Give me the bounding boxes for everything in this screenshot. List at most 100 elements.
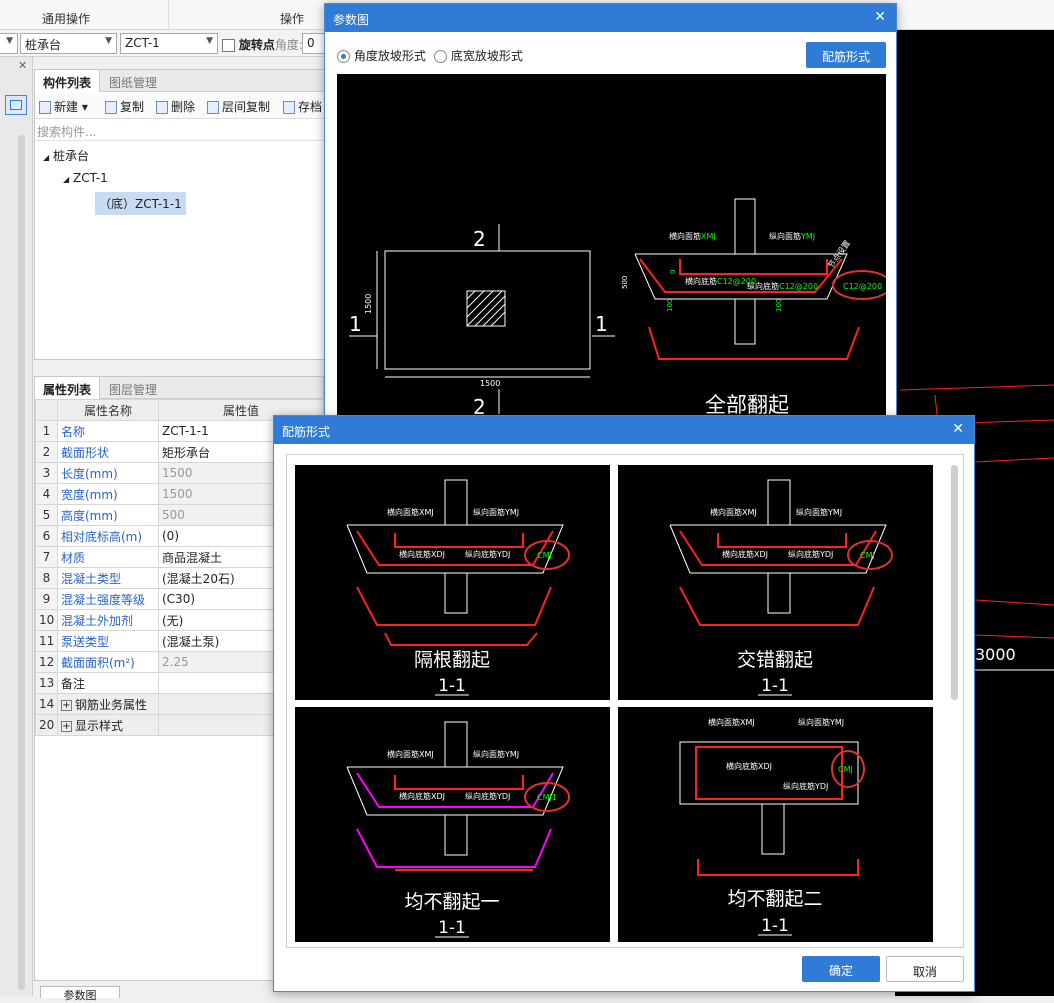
- dialog-title-bar: 配筋形式 ✕: [274, 416, 974, 444]
- plan-label-right: 1: [595, 312, 608, 336]
- delete-button[interactable]: 删除: [156, 98, 195, 115]
- transverse-top-rebar-label: 横向面筋XMJ: [669, 231, 716, 241]
- close-icon[interactable]: ✕: [18, 59, 27, 72]
- new-button[interactable]: 新建 ▾: [39, 98, 88, 115]
- property-name: 备注: [57, 672, 159, 694]
- ribbon-group-general: 通用操作: [42, 12, 91, 26]
- rebar-form-dialog: 配筋形式 ✕ 横向面筋XMJ 纵向面筋YMJ 横向底筋XDJ 纵向底筋YDJ CMJ 隔根…: [273, 415, 975, 992]
- component-search-input[interactable]: 搜索构件...: [35, 120, 324, 141]
- component-toolbar: 新建 ▾ 复制 删除 层间复制 存档: [35, 93, 324, 119]
- radio-width-slope[interactable]: 底宽放坡形式: [434, 47, 523, 64]
- row-index: 13: [35, 672, 58, 694]
- radio-selected-icon: [337, 50, 350, 63]
- row-index: 6: [35, 525, 58, 547]
- component-tabs: 构件列表 图纸管理: [35, 70, 324, 92]
- row-index: 4: [35, 483, 58, 505]
- property-name: 宽度(mm): [57, 483, 159, 505]
- cad-red-line: [899, 384, 1054, 391]
- plan-height-dim: 1500: [364, 294, 373, 314]
- property-name: 截面面积(m²): [57, 651, 159, 673]
- side-rebar-value: C12@200: [843, 282, 882, 291]
- property-name-header: 属性名称: [57, 399, 159, 421]
- tree-node-zct1-1[interactable]: （底）ZCT-1-1: [95, 192, 186, 215]
- option-section-label: 1-1: [761, 676, 789, 696]
- ribbon-group-operation: 操作: [280, 12, 305, 26]
- section-column: [734, 198, 756, 255]
- options-scrollbar[interactable]: [951, 465, 958, 700]
- top-rebar-label: 横向面筋XMJ: [708, 717, 755, 727]
- property-tabs: 属性列表 图层管理: [35, 377, 323, 399]
- longitudinal-top-label: 纵向面筋YMJ: [473, 749, 519, 759]
- module-icon[interactable]: [5, 95, 27, 115]
- top-rebar-label: 横向面筋XMJ: [387, 507, 434, 517]
- archive-button[interactable]: 存档: [283, 98, 322, 115]
- longitudinal-bottom-label: 纵向底筋YDJ: [465, 791, 510, 801]
- side-rebar-code: CMJ: [537, 551, 552, 560]
- rebar-option-2[interactable]: 横向面筋XMJ 纵向面筋YMJ 横向底筋XDJ 纵向底筋YDJ CMJ 交错翻起 1-1: [618, 465, 933, 700]
- cad-red-line: [974, 634, 1054, 639]
- expand-icon[interactable]: +: [61, 720, 72, 732]
- rebar-option-3[interactable]: 横向面筋XMJ 纵向面筋YMJ 横向底筋XDJ 纵向底筋YDJ CMJ1 均不翻起一 1-1: [295, 707, 610, 942]
- rebar-option-1[interactable]: 横向面筋XMJ 纵向面筋YMJ 横向底筋XDJ 纵向底筋YDJ CMJ 隔根翻起 1-1: [295, 465, 610, 700]
- row-index: 10: [35, 609, 58, 631]
- component-type-combo[interactable]: 桩承台 ▼: [20, 33, 117, 54]
- radio-angle-slope[interactable]: 角度放坡形式: [337, 47, 426, 64]
- plan-label-top: 2: [473, 227, 486, 251]
- top-rebar-label: 横向面筋XMJ: [387, 749, 434, 759]
- cancel-button[interactable]: 取消: [886, 956, 964, 982]
- tab-drawing-management[interactable]: 图纸管理: [101, 70, 165, 92]
- expand-icon[interactable]: +: [61, 699, 72, 711]
- property-name: 高度(mm): [57, 504, 159, 526]
- ok-button[interactable]: 确定: [802, 956, 880, 982]
- tab-property-list[interactable]: 属性列表: [35, 377, 101, 399]
- side-rebar-code: CMJ: [838, 765, 853, 774]
- rebar-option-drawing: 横向面筋XMJ 纵向面筋YMJ 横向底筋XDJ 纵向底筋YDJ CMJ 隔根翻起 1-1: [346, 479, 570, 696]
- cad-red-line: [934, 394, 938, 416]
- transverse-bottom-rebar-label: 横向底筋C12@200: [685, 276, 756, 286]
- cad-red-line: [974, 599, 1054, 606]
- copy-button[interactable]: 复制: [105, 98, 144, 115]
- toolbar-combo-stub[interactable]: ▼: [0, 33, 18, 54]
- dialog-title: 参数图: [333, 13, 370, 27]
- property-name: 材质: [57, 546, 159, 568]
- tree-node-pile-cap[interactable]: ◢ 桩承台: [43, 147, 89, 164]
- longitudinal-bottom-label: 纵向底筋YDJ: [788, 549, 833, 559]
- plan-width-dim: 1500: [480, 379, 500, 388]
- component-list-panel: 构件列表 图纸管理 新建 ▾ 复制 删除 层间复制 存档 搜索构件... ◢ 桩…: [34, 69, 325, 360]
- plan-view: 1500 1500 2 2 1 1: [349, 224, 615, 419]
- dialog-title-bar: 参数图 ✕: [325, 4, 896, 32]
- rebar-option-4[interactable]: 横向面筋XMJ 纵向面筋YMJ 横向底筋XDJ 纵向底筋YDJ CMJ 均不翻起二 1-1: [618, 707, 933, 942]
- rotate-point-checkbox[interactable]: [222, 39, 235, 52]
- chevron-down-icon: ▼: [105, 36, 112, 46]
- top-rebar-label: 横向面筋XMJ: [710, 507, 757, 517]
- bottom-rebar-label: 横向底筋XDJ: [722, 549, 768, 559]
- row-index: 14: [35, 693, 58, 715]
- close-icon[interactable]: ✕: [874, 9, 886, 25]
- rebar-option-drawing: 横向面筋XMJ 纵向面筋YMJ 横向底筋XDJ 纵向底筋YDJ CMJ 交错翻起 1-1: [669, 479, 893, 696]
- section-zero-label: 0: [669, 270, 677, 274]
- tab-layer-management[interactable]: 图层管理: [101, 377, 165, 399]
- tab-component-list[interactable]: 构件列表: [35, 70, 101, 92]
- row-index: 20: [35, 714, 58, 736]
- angle-label: 角度:: [274, 38, 303, 52]
- longitudinal-bottom-rebar-label: 纵向底筋C12@200: [747, 281, 818, 291]
- tree-node-zct1[interactable]: ◢ ZCT-1: [63, 171, 108, 185]
- side-rebar-code: CMJ1: [537, 793, 557, 802]
- tab-parameter-diagram[interactable]: 参数图: [40, 986, 120, 1002]
- layer-copy-button[interactable]: 层间复制: [207, 98, 270, 115]
- vertical-scrollbar[interactable]: [18, 135, 25, 990]
- property-name: 混凝土强度等级: [57, 588, 159, 610]
- component-name-combo[interactable]: ZCT-1 ▼: [120, 33, 218, 54]
- side-rebar-code: CMJ: [860, 551, 875, 560]
- option-section-label: 1-1: [761, 916, 789, 936]
- property-name: 混凝土外加剂: [57, 609, 159, 631]
- close-icon[interactable]: ✕: [952, 421, 964, 437]
- row-index: 12: [35, 651, 58, 673]
- property-toolbar: ▼ 桩承台 ▼ ZCT-1 ▼ 旋转点角度: 0: [0, 30, 330, 57]
- section-view: 横向面筋XMJ 纵向面筋YMJ 横向底筋C12@200 纵向底筋C12@200 …: [621, 198, 892, 417]
- bottom-rebar-label: 横向底筋XDJ: [399, 791, 445, 801]
- property-name: 截面形状: [57, 441, 159, 463]
- section-pile: [734, 298, 756, 345]
- rebar-form-button[interactable]: 配筋形式: [806, 42, 886, 68]
- longitudinal-top-rebar-label: 纵向面筋YMJ: [769, 231, 815, 241]
